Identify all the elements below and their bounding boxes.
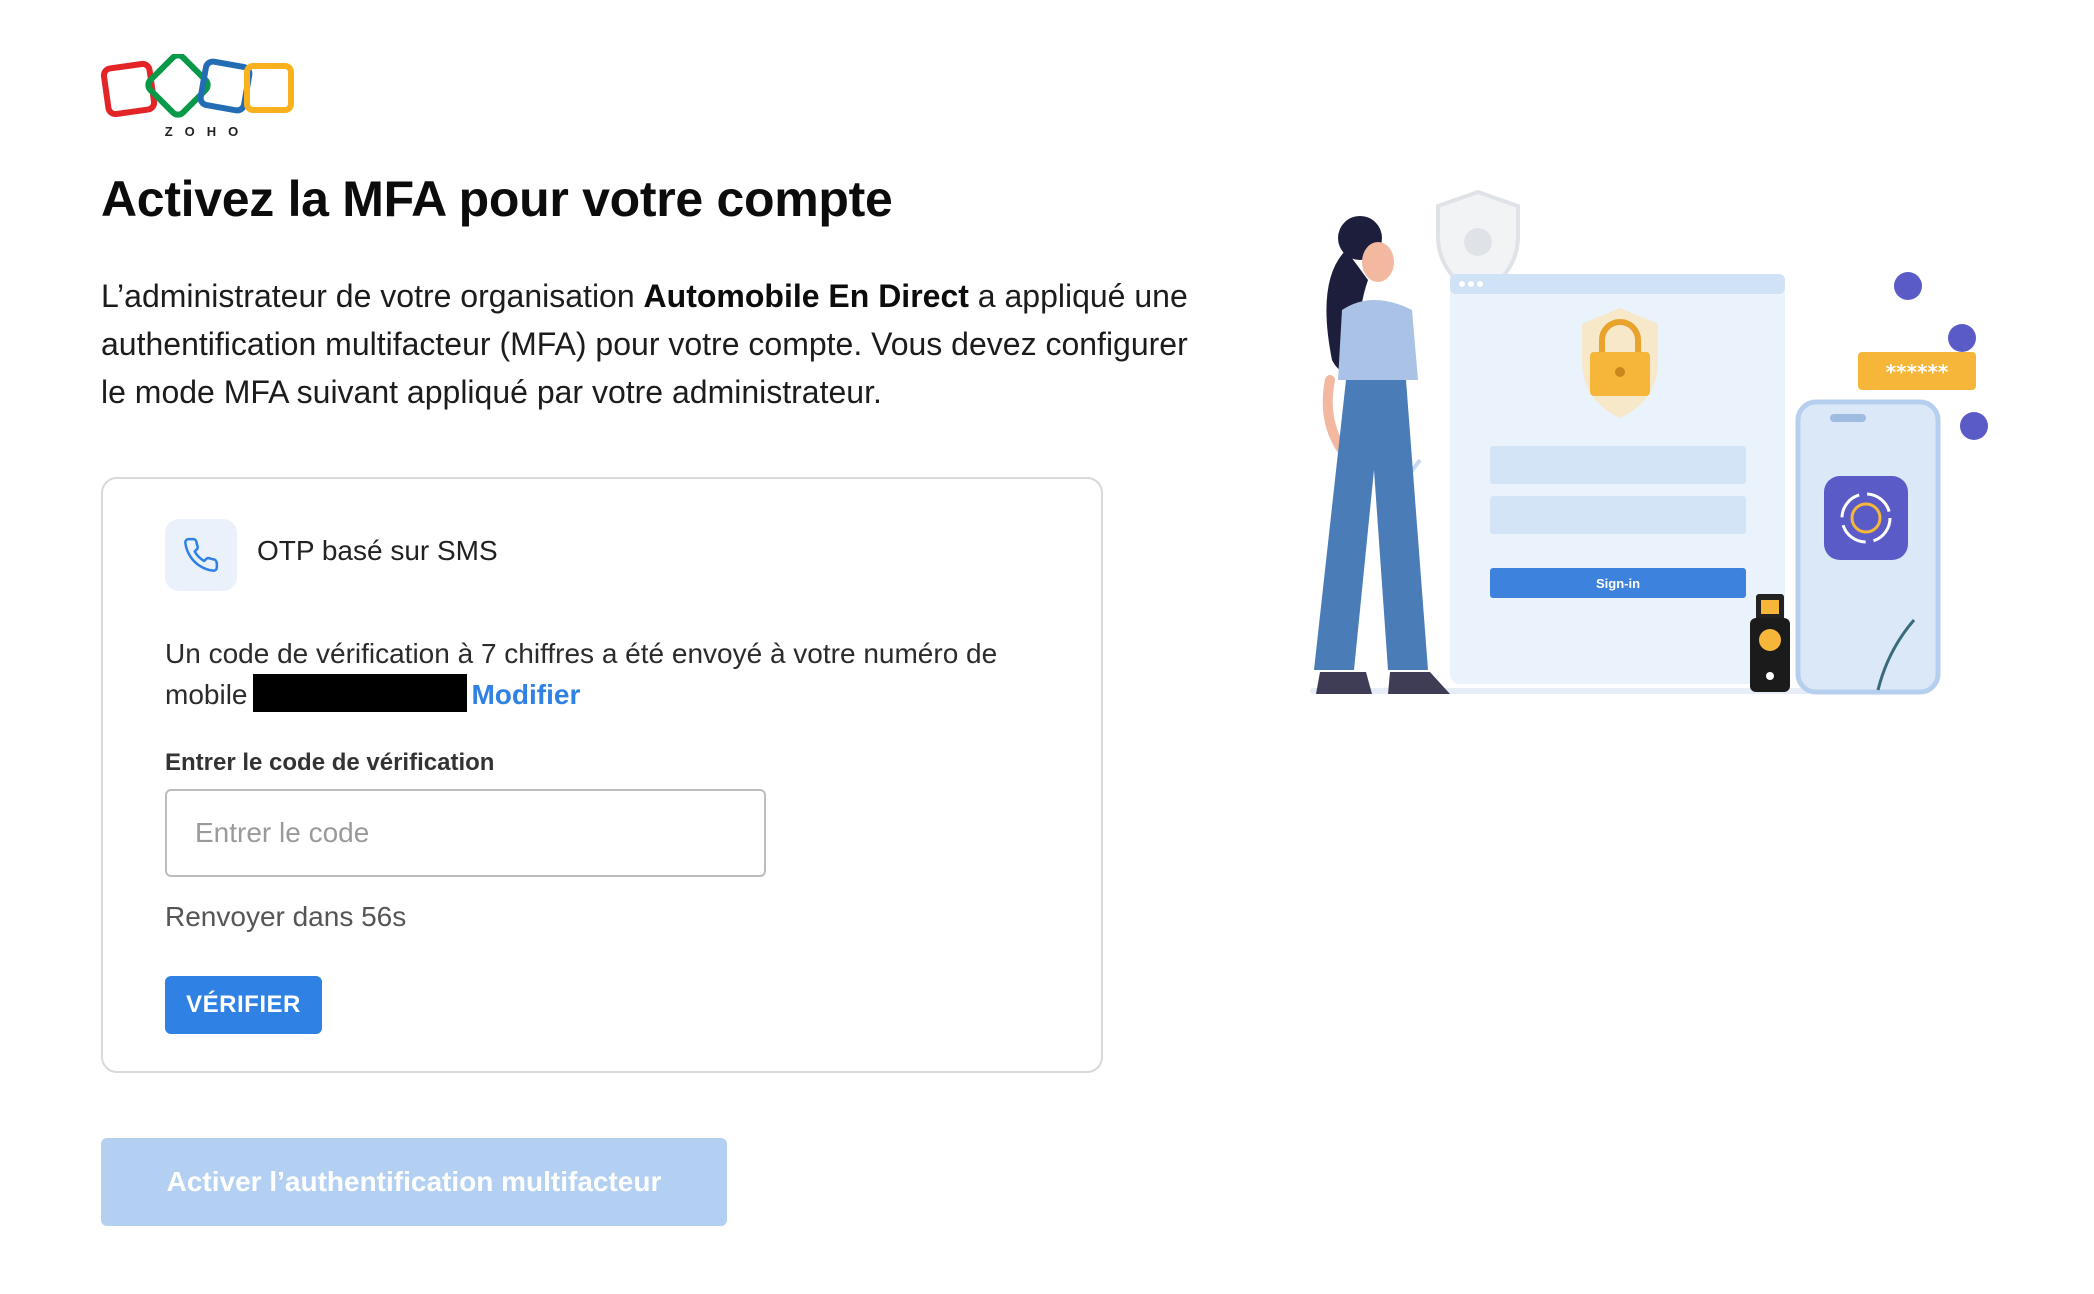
chat-bubble-icon — [1948, 324, 1976, 352]
woman-figure — [1314, 216, 1450, 694]
code-field-label: Entrer le code de vérification — [165, 749, 495, 776]
logo-text: ZOHO — [164, 124, 251, 139]
mode-label: OTP basé sur SMS — [257, 535, 498, 566]
password-mask-text: ****** — [1886, 360, 1949, 384]
illustration-field-2 — [1490, 496, 1746, 534]
zoho-logo-mark — [100, 52, 294, 118]
resend-countdown: Renvoyer dans 56s — [165, 901, 407, 932]
page-description: L’administrateur de votre organisation A… — [101, 272, 1201, 416]
verify-button[interactable]: VÉRIFIER — [165, 976, 322, 1034]
ground-line — [1310, 688, 1810, 694]
otp-sent-message: Un code de vérification à 7 chiffres a é… — [165, 634, 1045, 715]
illustration-signin-label: Sign-in — [1596, 576, 1640, 591]
activate-mfa-button[interactable]: Activer l’authentification multifacteur — [101, 1138, 727, 1226]
settings-bubble-icon — [1960, 412, 1988, 440]
zoho-logo: ZOHO — [100, 52, 295, 140]
redacted-phone-number — [253, 674, 468, 712]
organisation-name: Automobile En Direct — [643, 278, 969, 314]
illustration-field-1 — [1490, 446, 1746, 484]
mfa-illustration: Sign-in ****** — [1290, 189, 2010, 710]
modify-number-link[interactable]: Modifier — [471, 679, 580, 710]
mfa-mode-card: OTP basé sur SMS Un code de vérification… — [101, 477, 1103, 1073]
verification-code-input[interactable] — [165, 789, 766, 877]
mfa-setup-page: ZOHO Activez la MFA pour votre compte L’… — [0, 0, 2094, 1294]
authenticator-app-icon — [1824, 476, 1908, 560]
key-bubble-icon — [1894, 272, 1922, 300]
page-title: Activez la MFA pour votre compte — [101, 171, 893, 227]
description-prefix: L’administrateur de votre organisation — [101, 278, 644, 314]
phone-icon — [165, 519, 237, 591]
